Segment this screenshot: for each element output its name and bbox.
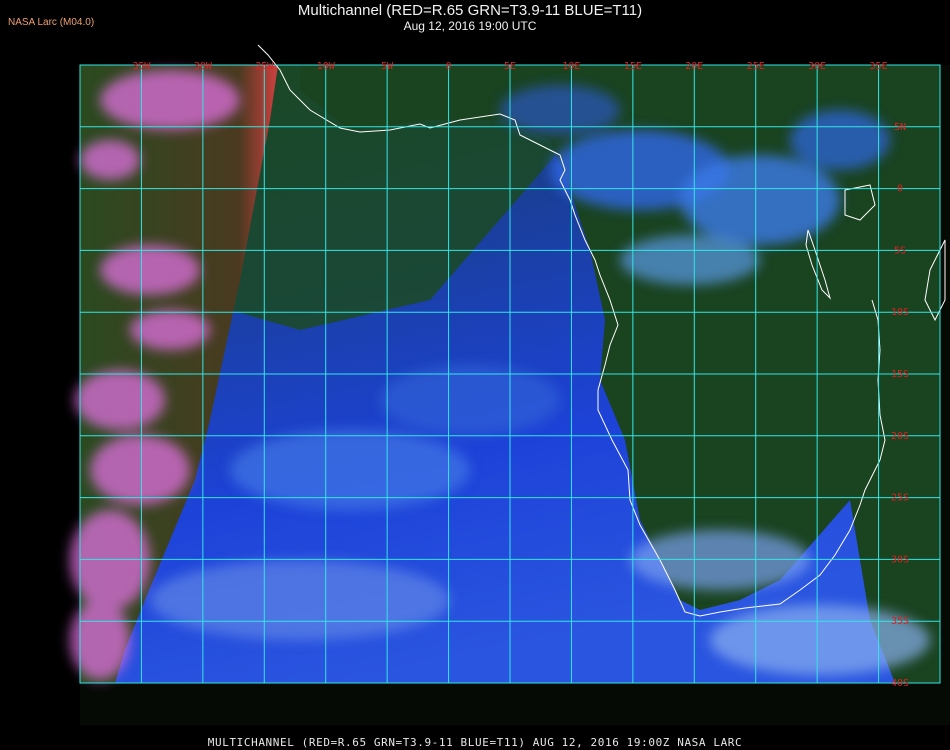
longitude-label: 35E <box>870 61 888 72</box>
longitude-label: 0 <box>446 61 452 72</box>
longitude-label: 25W <box>255 61 274 72</box>
latitude-label: 40S <box>891 678 909 689</box>
latitude-label: 15S <box>891 369 909 380</box>
latitude-label: 25S <box>891 493 909 504</box>
satellite-map-panel: 35W 30W 25W 10W 5W 0 5E 10E 15E 20E 25E 30E 35E 5N 0 5… <box>0 0 950 730</box>
longitude-label: 25E <box>747 61 765 72</box>
latitude-label: 5S <box>894 245 906 256</box>
satellite-map: 35W 30W 25W 10W 5W 0 5E 10E 15E 20E 25E 30E 35E 5N 0 5… <box>70 44 950 725</box>
longitude-label: 30E <box>808 61 826 72</box>
longitude-label: 15E <box>624 61 642 72</box>
longitude-label: 5E <box>504 61 516 72</box>
longitude-label: 20E <box>685 61 703 72</box>
longitude-label: 10W <box>317 61 336 72</box>
latitude-label: 30S <box>891 554 909 565</box>
longitude-label: 30W <box>194 61 213 72</box>
latitude-label: 0 <box>897 184 903 195</box>
footer-caption: MULTICHANNEL (RED=R.65 GRN=T3.9-11 BLUE=… <box>207 736 743 749</box>
latitude-label: 5N <box>894 122 906 133</box>
longitude-label: 10E <box>562 61 580 72</box>
latitude-label: 20S <box>891 431 909 442</box>
longitude-label: 35W <box>132 61 151 72</box>
latitude-label: 35S <box>891 616 909 627</box>
latitude-label: 10S <box>891 307 909 318</box>
longitude-label: 5W <box>381 61 394 72</box>
